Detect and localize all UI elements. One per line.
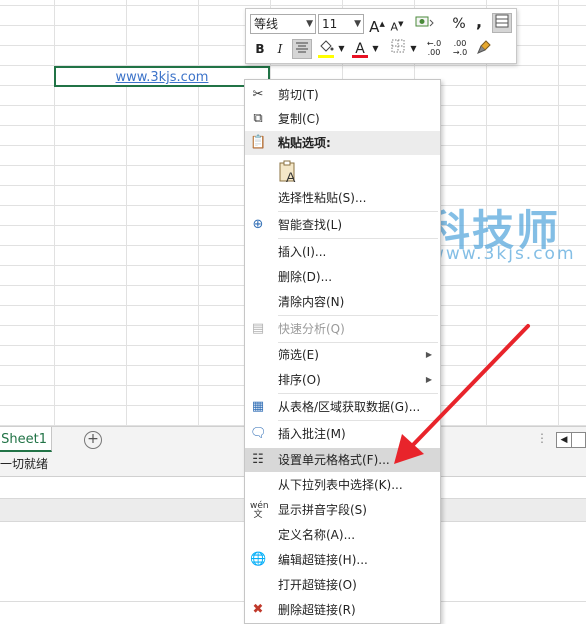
font-color-swatch [352,55,368,58]
decrease-decimal-button[interactable]: .00 →.0 [448,39,472,59]
align-center-icon [296,42,308,53]
decrease-font-size-button[interactable]: A▼ [388,14,406,34]
chevron-down-icon: ▼ [306,19,313,29]
percent-style-button[interactable]: % [450,14,468,34]
chevron-down-icon: ▼ [354,19,361,29]
accounting-format-button[interactable] [412,14,438,34]
menu-separator [278,211,438,212]
borders-dropdown[interactable]: ▼ [409,39,418,59]
menu-item-delete[interactable]: 删除(D)... [245,265,440,289]
watermark-url: www.3kjs.com [430,244,576,264]
horizontal-scrollbar[interactable] [572,432,586,448]
phonetic-icon: wén 文 [250,501,269,520]
menu-header-paste-options: 📋 粘贴选项: [245,131,440,155]
menu-item-cut[interactable]: ✂ 剪切(T) [245,83,440,107]
borders-button[interactable] [388,39,408,59]
menu-item-define-name[interactable]: 定义名称(A)... [245,523,440,547]
align-center-button[interactable] [292,39,312,59]
format-painter-table-button[interactable] [492,13,512,33]
copy-icon: ⧉ [253,111,263,126]
increase-decimal-button[interactable]: ←.0 .00 [422,39,446,59]
scroll-left-button[interactable]: ◀ [556,432,572,448]
paste-keep-text-icon[interactable]: A [279,160,299,184]
font-size-combo[interactable]: 11 ▼ [318,14,364,34]
selected-cell[interactable]: www.3kjs.com [54,66,272,89]
font-name-value: 等线 [254,17,279,31]
smart-lookup-icon: ⊕ [252,217,264,232]
quick-analysis-icon: ▤ [251,321,265,336]
menu-item-clear-contents[interactable]: 清除内容(N) [245,290,440,314]
font-color-dropdown[interactable]: ▼ [371,39,380,59]
borders-icon [391,39,405,53]
paint-bucket-icon [320,40,334,52]
fill-color-swatch [318,55,334,58]
menu-item-edit-hyperlink[interactable]: 🌐 编辑超链接(H)... [245,548,440,572]
mini-toolbar: 等线 ▼ 11 ▼ A▲ A▼ % , B I ▼ A ▼ ▼ ←.0 .00 … [245,8,517,64]
font-size-value: 11 [322,17,338,31]
increase-font-size-button[interactable]: A▲ [368,14,386,36]
menu-item-smart-lookup[interactable]: ⊕ 智能查找(L) [245,213,440,237]
sheet-tab-sheet1[interactable]: Sheet1 [0,427,52,452]
cell-hyperlink[interactable]: www.3kjs.com [56,70,268,85]
scissors-icon: ✂ [252,87,264,102]
annotation-arrow-icon [394,324,530,464]
table-icon: ▦ [251,399,265,414]
clipboard-icon: 📋 [250,135,267,150]
svg-text:A: A [286,169,296,184]
table-format-icon [495,14,509,28]
paintbrush-icon [477,40,491,54]
menu-separator [278,315,438,316]
fill-color-dropdown[interactable]: ▼ [337,39,346,59]
bold-button[interactable]: B [252,39,268,59]
status-ready-text: 一切就绪 [0,457,49,471]
fill-color-button[interactable] [316,39,336,59]
hyperlink-icon: 🌐 [250,552,267,567]
format-painter-button[interactable] [474,39,494,59]
font-name-combo[interactable]: 等线 ▼ [250,14,316,34]
currency-icon [415,16,434,27]
menu-item-paste-special[interactable]: 选择性粘贴(S)... [245,186,440,210]
format-cells-icon: ☷ [252,452,264,467]
comma-style-button[interactable]: , [472,12,486,32]
remove-hyperlink-icon: ✖ [252,602,264,617]
menu-separator [278,238,438,239]
menu-item-remove-hyperlink[interactable]: ✖ 删除超链接(R) [245,598,440,622]
menu-item-phonetic[interactable]: wén 文 显示拼音字段(S) [245,498,440,522]
italic-button[interactable]: I [272,39,288,59]
font-color-button[interactable]: A [350,39,370,59]
comment-icon: 🗨 [250,426,267,441]
menu-item-copy[interactable]: ⧉ 复制(C) [245,107,440,131]
menu-item-open-hyperlink[interactable]: 打开超链接(O) [245,573,440,597]
menu-item-insert[interactable]: 插入(I)... [245,240,440,264]
add-sheet-button[interactable]: + [84,431,102,449]
